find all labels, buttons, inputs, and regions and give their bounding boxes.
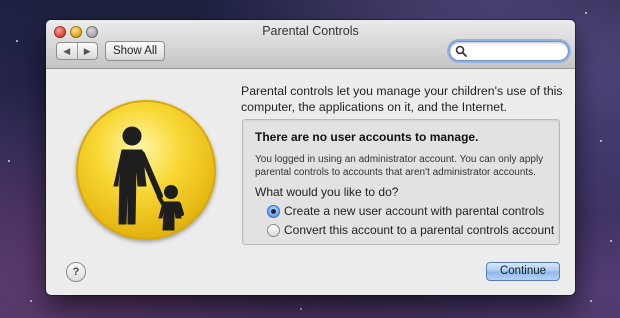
- panel-message: You logged in using an administrator acc…: [255, 154, 544, 178]
- title-bar: Parental Controls ◀ ▶ Show All: [46, 20, 575, 69]
- parental-controls-icon: [76, 100, 216, 240]
- radio-unselected-icon[interactable]: [267, 223, 280, 237]
- option-label: Create a new user account with parental …: [284, 204, 545, 218]
- preferences-window: Parental Controls ◀ ▶ Show All Parental …: [46, 20, 575, 295]
- forward-button[interactable]: ▶: [78, 43, 98, 59]
- triangle-left-icon: ◀: [63, 45, 71, 56]
- option-create-account[interactable]: Create a new user account with parental …: [267, 204, 544, 218]
- intro-text: Parental controls let you manage your ch…: [241, 84, 563, 114]
- radio-selected-icon[interactable]: [267, 204, 280, 218]
- back-forward-group: ◀ ▶: [56, 42, 98, 60]
- accounts-panel: There are no user accounts to manage. Yo…: [242, 119, 560, 245]
- help-button[interactable]: ?: [66, 262, 86, 282]
- panel-heading: There are no user accounts to manage.: [255, 130, 479, 144]
- search-input[interactable]: [470, 43, 566, 60]
- back-button[interactable]: ◀: [57, 43, 78, 59]
- search-field[interactable]: [449, 41, 569, 61]
- option-label: Convert this account to a parental contr…: [284, 223, 555, 237]
- show-all-button[interactable]: Show All: [105, 41, 165, 61]
- continue-button[interactable]: Continue: [486, 262, 560, 281]
- panel-question: What would you like to do?: [255, 185, 399, 199]
- triangle-right-icon: ▶: [83, 45, 91, 56]
- window-title: Parental Controls: [262, 24, 359, 38]
- search-icon: [455, 45, 467, 57]
- option-convert-account[interactable]: Convert this account to a parental contr…: [267, 223, 554, 237]
